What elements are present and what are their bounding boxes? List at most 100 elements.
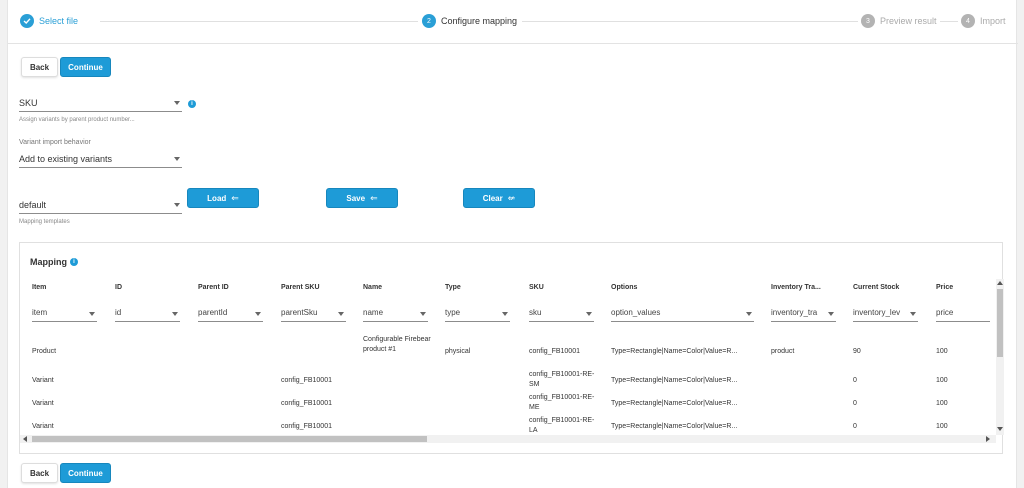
column-header: Price [936,284,954,291]
step-import: 4 Import [961,14,1006,28]
cell-item: Variant [32,423,54,430]
scroll-thumb[interactable] [32,436,427,442]
chevron-down-icon [746,312,752,316]
chevron-down-icon [255,312,261,316]
vertical-scrollbar[interactable] [996,279,1004,435]
cell-stock: 0 [853,400,857,407]
mapping-title-text: Mapping [30,257,67,267]
step-number: 3 [861,14,875,28]
column-header: ID [115,284,122,291]
chevron-down-icon [174,203,180,207]
cell-stock: 0 [853,377,857,384]
scroll-right-icon[interactable] [986,436,990,442]
step-label: Select file [39,16,79,26]
column-mapping-select[interactable]: id [115,306,180,322]
app-frame: Select file 2 Configure mapping 3 Previe… [7,0,1018,488]
clear-label: Clear [482,193,503,203]
cell-stock: 0 [853,423,857,430]
scroll-left-icon[interactable] [23,436,27,442]
chevron-down-icon [174,157,180,161]
cell-options: Type=Rectangle|Name=Color|Value=R... [611,400,738,407]
cell-stock: 90 [853,348,861,355]
cell-sku: config_FB10001-RE-ME [529,394,595,411]
cell-name: Configurable Firebear product #1 [363,336,431,353]
column-mapping-select[interactable]: name [363,306,428,322]
load-icon: ⇐ [231,192,239,203]
cell-item: Variant [32,400,54,407]
load-template-button[interactable]: Load ⇐ [187,188,259,208]
chevron-down-icon [586,312,592,316]
mapping-template-select[interactable]: default [19,198,182,214]
cell-sku: config_FB10001-RE-LA [529,417,595,434]
chevron-down-icon [172,312,178,316]
cell-item: Variant [32,377,54,384]
scroll-down-icon[interactable] [997,427,1003,431]
column-mapping-select[interactable]: item [32,306,97,322]
continue-button[interactable]: Continue [60,463,111,483]
cell-price: 100 [936,423,948,430]
save-icon: ⇐ [370,192,378,203]
cell-price: 100 [936,377,948,384]
column-mapping-select[interactable]: parentSku [281,306,346,322]
step-preview-result: 3 Preview result [861,14,937,28]
chevron-down-icon [338,312,344,316]
step-label: Configure mapping [441,16,518,26]
column-mapping-select[interactable]: parentId [198,306,263,322]
cell-options: Type=Rectangle|Name=Color|Value=R... [611,377,738,384]
mapping-grid: Item ID Parent ID Parent SKU Name Type S… [20,279,990,435]
variant-behavior-select[interactable]: Add to existing variants [19,152,182,168]
info-icon[interactable]: i [188,100,196,108]
column-mapping-select[interactable]: inventory_tra [771,306,836,322]
cell-price: 100 [936,400,948,407]
scroll-thumb[interactable] [997,289,1003,357]
cell-price: 100 [936,348,948,355]
mapping-title: Mapping i [30,257,78,267]
column-header: Options [611,284,638,291]
scroll-up-icon[interactable] [997,281,1003,285]
step-number: 2 [422,14,436,28]
step-connector [940,21,958,22]
cell-sku: config_FB10001 [529,348,580,355]
chevron-down-icon [910,312,916,316]
mapping-template-field: default Mapping templates [19,198,182,225]
column-header: Name [363,284,383,291]
step-select-file[interactable]: Select file [20,14,78,28]
step-connector [522,21,858,22]
check-icon [20,14,34,28]
step-configure-mapping: 2 Configure mapping [422,14,517,28]
cell-sku: config_FB10001-RE-SM [529,371,595,388]
column-header: Parent SKU [281,284,320,291]
chevron-down-icon [174,101,180,105]
chevron-down-icon [502,312,508,316]
continue-button[interactable]: Continue [60,57,111,77]
column-mapping-select[interactable]: sku [529,306,594,322]
step-connector [100,21,418,22]
column-header: Inventory Tra... [771,284,821,291]
cell-parent-sku: config_FB10001 [281,400,332,407]
column-mapping-select[interactable]: type [445,306,510,322]
assign-by-value: SKU [19,98,38,108]
cell-parent-sku: config_FB10001 [281,423,332,430]
column-mapping-select[interactable]: inventory_lev [853,306,918,322]
assign-by-field: SKU Assign variants by parent product nu… [19,96,182,123]
assign-by-help: Assign variants by parent product number… [19,117,135,123]
assign-by-select[interactable]: SKU [19,96,182,112]
save-template-button[interactable]: Save ⇐ [326,188,398,208]
cell-inventory: product [771,348,795,355]
horizontal-scrollbar[interactable] [20,435,996,443]
back-button[interactable]: Back [21,463,58,483]
column-header: Current Stock [853,284,900,291]
cell-type: physical [445,348,471,355]
variant-behavior-value: Add to existing variants [19,154,113,164]
column-mapping-select[interactable]: price [936,306,990,322]
mapping-template-value: default [19,200,47,210]
back-button[interactable]: Back [21,57,58,77]
clear-template-button[interactable]: Clear ⇍ [463,188,535,208]
cell-parent-sku: config_FB10001 [281,377,332,384]
cell-options: Type=Rectangle|Name=Color|Value=R... [611,348,738,355]
column-mapping-select[interactable]: option_values [611,306,754,322]
cell-item: Product [32,348,57,355]
info-icon[interactable]: i [70,258,78,266]
mapping-panel: Mapping i Item ID Parent ID Parent SKU N… [19,242,1004,454]
column-header: Type [445,284,461,291]
